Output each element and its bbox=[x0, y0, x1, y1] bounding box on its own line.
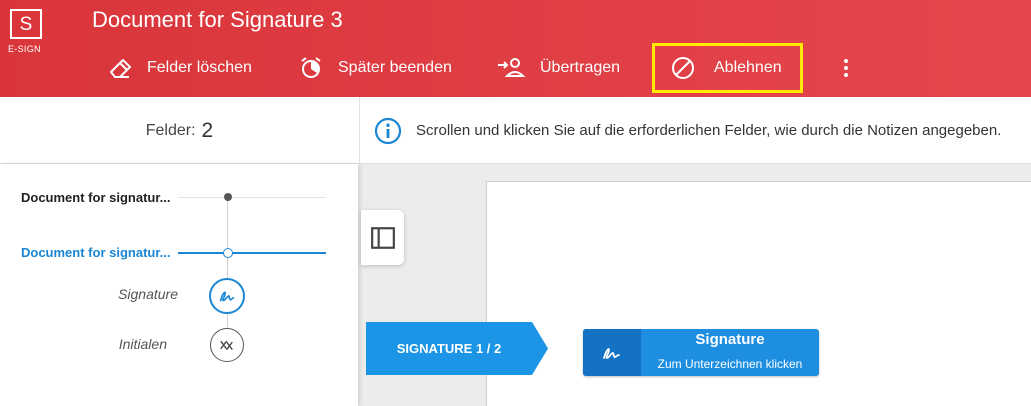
signature-field-icon-box bbox=[583, 329, 641, 376]
info-bar: Felder: 2 Scrollen und klicken Sie auf d… bbox=[0, 97, 1031, 164]
block-icon bbox=[672, 57, 694, 79]
signature-icon bbox=[603, 347, 620, 359]
fields-count: 2 bbox=[201, 118, 214, 142]
navigation-panel: Document for signatur... Document for si… bbox=[0, 164, 358, 406]
nav-field-signature-label: Signature bbox=[118, 286, 178, 302]
app-header: S E-SIGN Document for Signature 3 Felder… bbox=[0, 0, 1031, 97]
nav-field-initials-label: Initialen bbox=[118, 336, 167, 352]
transfer-user-icon bbox=[498, 58, 526, 77]
signature-field-hint: Zum Unterzeichnen klicken bbox=[657, 357, 803, 371]
more-options-button[interactable] bbox=[834, 46, 858, 90]
finish-later-button[interactable]: Später beenden bbox=[298, 46, 452, 90]
alarm-clock-icon bbox=[301, 57, 321, 78]
nav-dot-2 bbox=[223, 248, 233, 258]
esign-logo[interactable]: S bbox=[10, 9, 42, 39]
toggle-panel-button[interactable] bbox=[361, 210, 404, 265]
instruction-notice: Scrollen und klicken Sie auf die erforde… bbox=[374, 97, 1001, 164]
toolbar: Felder löschen Später beenden Übertragen bbox=[0, 43, 1031, 93]
nav-document-1[interactable]: Document for signatur... bbox=[21, 190, 171, 205]
clear-fields-label: Felder löschen bbox=[147, 59, 252, 76]
nav-field-signature-button[interactable] bbox=[209, 278, 245, 314]
document-title: Document for Signature 3 bbox=[92, 7, 343, 32]
nav-field-initials-button[interactable] bbox=[210, 328, 244, 362]
fields-label: Felder: bbox=[145, 121, 196, 139]
nav-dot-1 bbox=[224, 193, 232, 201]
signature-icon bbox=[219, 291, 235, 302]
navigation-connector bbox=[227, 197, 228, 348]
reject-label: Ablehnen bbox=[714, 59, 782, 76]
nav-track-1 bbox=[178, 197, 326, 198]
finish-later-label: Später beenden bbox=[338, 59, 452, 76]
initials-icon bbox=[220, 341, 233, 350]
clear-fields-button[interactable]: Felder löschen bbox=[107, 46, 252, 90]
instruction-text: Scrollen und klicken Sie auf die erforde… bbox=[416, 122, 1002, 139]
transfer-label: Übertragen bbox=[540, 59, 621, 76]
signature-field[interactable]: Signature Zum Unterzeichnen klicken bbox=[583, 329, 819, 376]
signature-tag-label: SIGNATURE 1 / 2 bbox=[396, 341, 502, 356]
logo-letter: S bbox=[19, 13, 33, 35]
reject-button[interactable]: Ablehnen bbox=[652, 43, 803, 93]
sidebar-toggle-icon bbox=[370, 226, 395, 249]
signature-position-tag[interactable]: SIGNATURE 1 / 2 bbox=[366, 322, 548, 375]
fields-counter: Felder: 2 bbox=[0, 97, 360, 164]
more-vertical-icon bbox=[844, 59, 848, 77]
nav-track-2 bbox=[178, 252, 326, 254]
signature-field-title: Signature bbox=[695, 331, 765, 348]
eraser-icon bbox=[110, 59, 131, 78]
transfer-button[interactable]: Übertragen bbox=[496, 46, 620, 90]
info-icon bbox=[374, 117, 402, 144]
nav-document-2[interactable]: Document for signatur... bbox=[21, 245, 171, 260]
